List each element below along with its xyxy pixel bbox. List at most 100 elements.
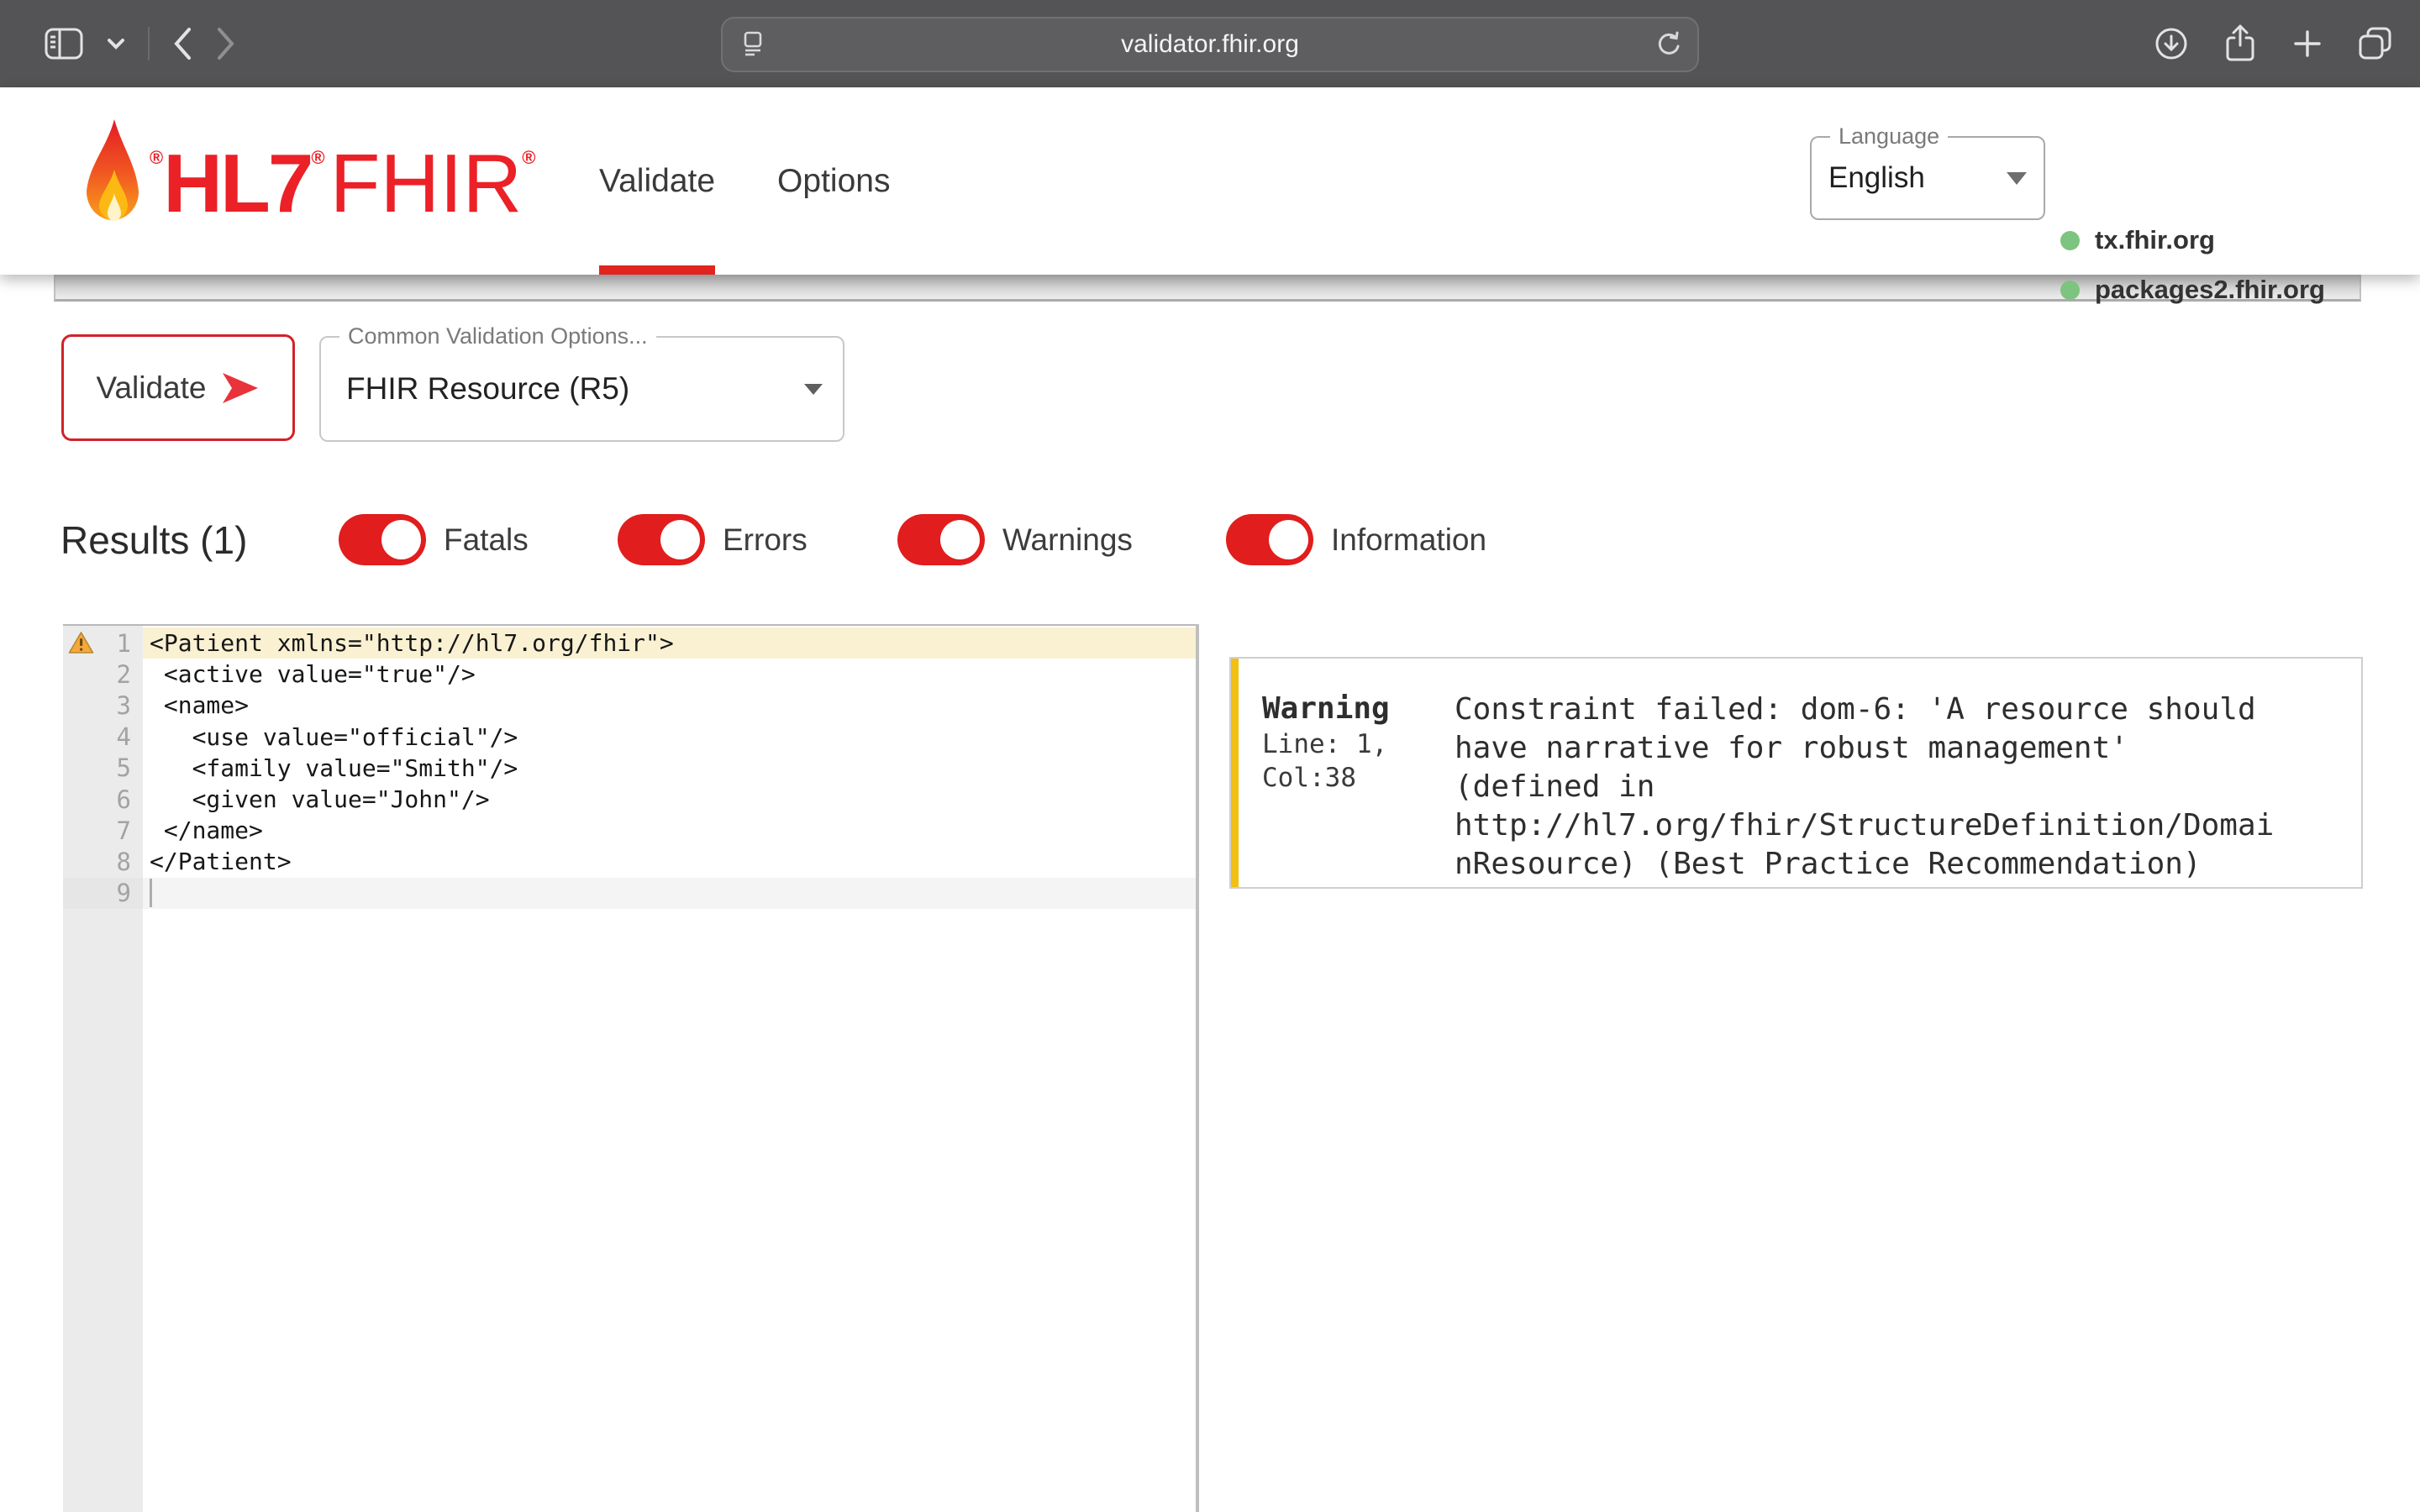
fatals-toggle-label: Fatals [444, 522, 529, 558]
line-number-cell: 7 [63, 815, 143, 846]
url-bar[interactable]: validator.fhir.org [721, 17, 1699, 72]
line-number: 5 [117, 753, 131, 782]
reader-page-icon[interactable] [738, 29, 768, 60]
line-number-cell: 8 [63, 846, 143, 877]
site-header: ® HL7 ® FHIR ® Validate Options Language… [0, 87, 2420, 275]
play-arrow-icon [221, 371, 260, 405]
resource-code-editor[interactable]: 1 <Patient xmlns="http://hl7.org/fhir"> … [63, 624, 1196, 1512]
line-number-cell: 6 [63, 784, 143, 815]
tab-overview-icon[interactable] [2356, 24, 2395, 63]
hl7-fhir-logo[interactable]: ® HL7 ® FHIR ® [81, 118, 535, 248]
errors-toggle[interactable] [618, 514, 705, 565]
editor-lines: 1 <Patient xmlns="http://hl7.org/fhir"> … [63, 627, 1196, 909]
validation-issue-card: Warning Line: 1, Col:38 Constraint faile… [1229, 657, 2363, 889]
line-number: 2 [117, 660, 131, 689]
editor-line[interactable]: 8 </Patient> [63, 846, 1196, 877]
information-toggle[interactable] [1226, 514, 1313, 565]
url-text[interactable]: validator.fhir.org [1121, 30, 1299, 59]
share-icon[interactable] [2222, 24, 2259, 64]
server-status-list: tx.fhir.org packages2.fhir.org [2060, 225, 2325, 305]
tab-validate[interactable]: Validate [599, 87, 715, 275]
editor-line[interactable]: 3 <name> [63, 690, 1196, 721]
line-number: 7 [117, 816, 131, 845]
toggle-group-errors: Errors [618, 514, 808, 565]
line-number-cell: 4 [63, 722, 143, 753]
status-dot-green [2060, 281, 2080, 300]
logo-fhir-text: FHIR [330, 142, 523, 224]
issue-severity: Warning [1262, 690, 1455, 727]
fatals-toggle[interactable] [339, 514, 426, 565]
line-number-cell: 2 [63, 659, 143, 690]
toggle-knob [1269, 520, 1308, 559]
toggle-group-fatals: Fatals [339, 514, 529, 565]
main-nav: Validate Options [599, 87, 890, 275]
browser-chrome: validator.fhir.org [0, 0, 2420, 88]
line-number: 9 [117, 879, 131, 907]
toolbar-divider [148, 27, 150, 60]
errors-toggle-label: Errors [723, 522, 808, 558]
downloads-icon[interactable] [2153, 25, 2190, 62]
editor-line[interactable]: 5 <family value="Smith"/> [63, 753, 1196, 784]
sidebar-icon[interactable] [44, 26, 84, 61]
page: validator.fhir.org [0, 0, 2420, 1512]
code-line[interactable]: <family value="Smith"/> [143, 753, 1196, 784]
line-number: 4 [117, 722, 131, 751]
tab-chevron-down-icon[interactable] [106, 37, 126, 50]
code-line[interactable]: <name> [143, 690, 1196, 721]
status-dot-green [2060, 231, 2080, 250]
editor-line[interactable]: 2 <active value="true"/> [63, 659, 1196, 690]
validate-button[interactable]: Validate [61, 334, 295, 441]
server-status-tx: tx.fhir.org [2060, 225, 2325, 255]
fhir-registered-mark: ® [522, 147, 535, 169]
line-number-cell: 9 [63, 878, 143, 909]
flame-icon [81, 118, 145, 248]
code-line[interactable]: <Patient xmlns="http://hl7.org/fhir"> [143, 627, 1196, 659]
issue-line: Line: 1, [1262, 727, 1455, 761]
code-line[interactable]: <given value="John"/> [143, 784, 1196, 815]
new-tab-icon[interactable] [2291, 27, 2324, 60]
back-icon[interactable] [171, 26, 193, 61]
issue-col: Col:38 [1262, 761, 1455, 795]
resource-type-value: FHIR Resource (R5) [346, 371, 629, 407]
toggle-group-information: Information [1226, 514, 1486, 565]
line-number-cell: 1 [63, 627, 143, 659]
line-number: 8 [117, 848, 131, 876]
language-value: English [1828, 161, 1925, 195]
severity-toggle-row: Fatals Errors Warnings Information [0, 514, 2420, 566]
information-toggle-label: Information [1331, 522, 1486, 558]
editor-line[interactable]: 6 <given value="John"/> [63, 784, 1196, 815]
line-number: 6 [117, 785, 131, 814]
code-line[interactable]: <use value="official"/> [143, 722, 1196, 753]
editor-line[interactable]: 1 <Patient xmlns="http://hl7.org/fhir"> [63, 627, 1196, 659]
line-number: 1 [117, 629, 131, 658]
warning-accent-bar [1231, 659, 1239, 887]
code-line[interactable] [143, 878, 1196, 909]
editor-line[interactable]: 7 </name> [63, 815, 1196, 846]
options-legend: Common Validation Options... [339, 323, 656, 349]
text-cursor [150, 879, 152, 907]
panel-splitter[interactable] [1196, 624, 1199, 1512]
resource-input-remnant[interactable] [54, 274, 2361, 302]
warnings-toggle[interactable] [897, 514, 985, 565]
code-line[interactable]: <active value="true"/> [143, 659, 1196, 690]
logo-hl7-text: HL7 [163, 142, 311, 224]
toggle-group-warnings: Warnings [897, 514, 1133, 565]
hl7-registered-mark: ® [311, 147, 324, 169]
resource-type-select[interactable]: Common Validation Options... FHIR Resour… [319, 336, 844, 442]
code-line[interactable]: </Patient> [143, 846, 1196, 877]
warning-triangle-icon [68, 631, 94, 654]
tab-options[interactable]: Options [777, 87, 890, 275]
code-line[interactable]: </name> [143, 815, 1196, 846]
language-select[interactable]: Language English [1810, 136, 2045, 220]
issue-message: Constraint failed: dom-6: 'A resource sh… [1455, 690, 2282, 887]
forward-icon[interactable] [215, 26, 237, 61]
language-label: Language [1830, 123, 1948, 150]
chevron-down-icon [804, 384, 823, 395]
reload-icon[interactable] [1654, 29, 1684, 60]
toggle-knob [940, 520, 980, 559]
warnings-toggle-label: Warnings [1002, 522, 1133, 558]
editor-line[interactable]: 9 [63, 878, 1196, 909]
line-number-cell: 3 [63, 690, 143, 721]
chevron-down-icon [2007, 172, 2027, 185]
editor-line[interactable]: 4 <use value="official"/> [63, 722, 1196, 753]
